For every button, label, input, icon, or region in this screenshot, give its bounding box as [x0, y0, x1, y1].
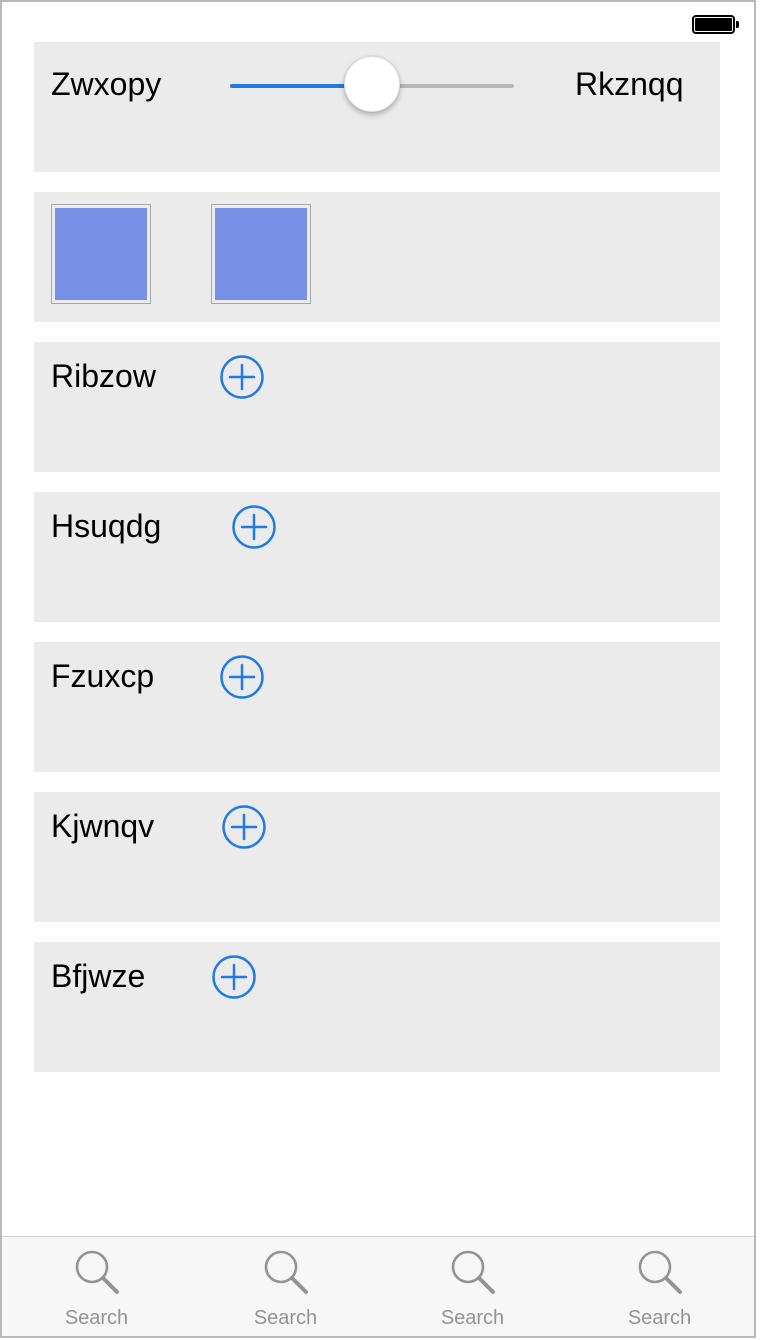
list-row: Ribzow — [34, 342, 720, 472]
row-label: Hsuqdg — [51, 508, 162, 544]
row-label: Kjwnqv — [51, 808, 155, 844]
row-label: Ribzow — [51, 358, 156, 394]
swatch-fill — [215, 208, 307, 300]
slider-min-label: Zwxopy — [51, 66, 162, 102]
tab-label: Search — [627, 1307, 692, 1329]
swatch-card — [34, 192, 720, 322]
color-swatch[interactable] — [211, 204, 311, 304]
tab-search-2[interactable]: Search — [191, 1237, 380, 1336]
search-icon — [71, 1247, 123, 1299]
swatch-fill — [55, 208, 147, 300]
tab-label: Search — [440, 1307, 505, 1329]
search-icon — [447, 1247, 499, 1299]
tab-label: Search — [64, 1307, 129, 1329]
add-circle-icon[interactable] — [231, 504, 277, 550]
list-row: Fzuxcp — [34, 642, 720, 772]
add-circle-icon[interactable] — [219, 654, 265, 700]
slider-thumb[interactable] — [344, 56, 400, 112]
list-row: Kjwnqv — [34, 792, 720, 922]
row-label: Bfjwze — [51, 958, 146, 994]
row-label: Fzuxcp — [51, 658, 155, 694]
tab-search-4[interactable]: Search — [565, 1237, 754, 1336]
add-circle-icon[interactable] — [221, 804, 267, 850]
screen: Zwxopy Rkznqq Ribzow Hsuqdg Fzuxcp Kjwnq… — [0, 0, 756, 1338]
tab-label: Search — [253, 1307, 318, 1329]
add-circle-icon[interactable] — [211, 954, 257, 1000]
tab-search-3[interactable]: Search — [378, 1237, 567, 1336]
tab-search-1[interactable]: Search — [2, 1237, 191, 1336]
add-circle-icon[interactable] — [219, 354, 265, 400]
slider-card: Zwxopy Rkznqq — [34, 42, 720, 172]
list-row: Hsuqdg — [34, 492, 720, 622]
search-icon — [260, 1247, 312, 1299]
tab-bar: Search Search Search Search — [2, 1236, 754, 1336]
list-row: Bfjwze — [34, 942, 720, 1072]
slider-max-label: Rkznqq — [575, 66, 684, 102]
color-swatch[interactable] — [51, 204, 151, 304]
battery-icon — [692, 15, 739, 34]
search-icon — [634, 1247, 686, 1299]
